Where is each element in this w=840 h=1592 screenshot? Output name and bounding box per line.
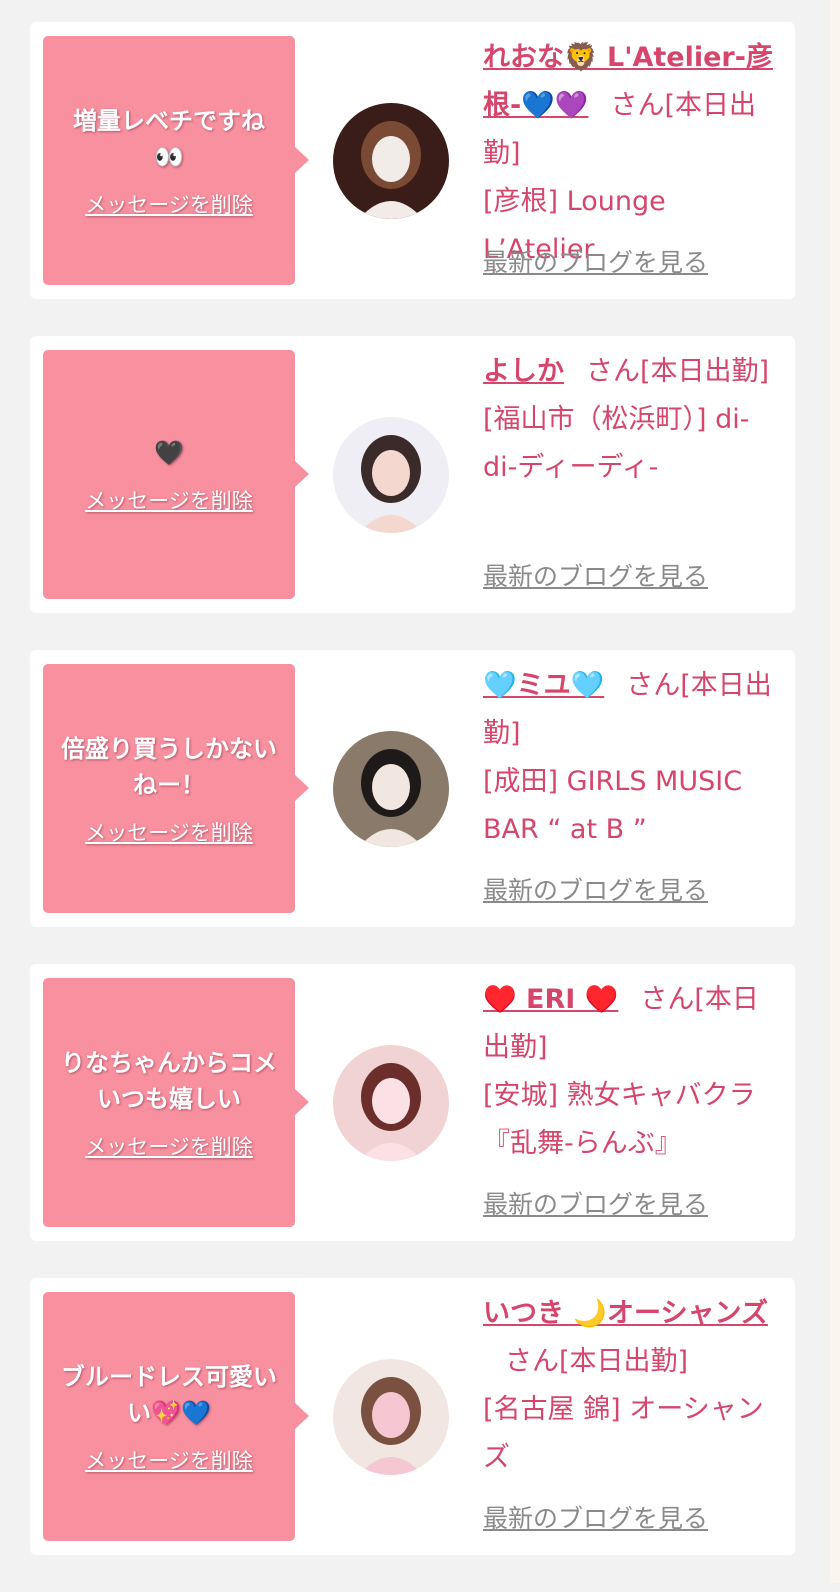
message-bubble: ブルードレス可愛いい💖💙 メッセージを削除 bbox=[43, 1292, 309, 1541]
message-list: 増量レベチですね👀 メッセージを削除 れおな🦁 L'Atelier-彦根-💙💜 さ… bbox=[30, 22, 795, 1592]
message-text: ブルードレス可愛いい💖💙 bbox=[61, 1362, 277, 1427]
cast-info: いつき 🌙オーシャンズさん[本日出勤] [名古屋 錦] オーシャンズ bbox=[483, 1290, 783, 1482]
shop-name: [福山市（松浜町）] di-di-ディーディ- bbox=[483, 404, 750, 483]
latest-blog-link[interactable]: 最新のブログを見る bbox=[483, 243, 708, 279]
latest-blog-link[interactable]: 最新のブログを見る bbox=[483, 557, 708, 593]
message-text: 倍盛り買うしかないねー！ bbox=[61, 734, 277, 799]
delete-message-link[interactable]: メッセージを削除 bbox=[85, 1445, 253, 1475]
message-bubble: 倍盛り買うしかないねー！ メッセージを削除 bbox=[43, 664, 309, 913]
cast-name-link[interactable]: ♥️ ERI ♥️ bbox=[483, 984, 618, 1015]
cast-info: ♥️ ERI ♥️ さん[本日出勤] [安城] 熟女キャバクラ『乱舞-らんぶ』 bbox=[483, 976, 783, 1168]
message-text: 増量レベチですね👀 bbox=[73, 106, 265, 171]
cast-name-link[interactable]: よしか bbox=[483, 356, 564, 387]
attendance-status: さん[本日出勤] bbox=[505, 1346, 689, 1377]
cast-info: れおな🦁 L'Atelier-彦根-💙💜 さん[本日出勤] [彦根] Lounge… bbox=[483, 34, 783, 274]
delete-message-link[interactable]: メッセージを削除 bbox=[85, 817, 253, 847]
shop-name: [成田] GIRLS MUSIC BAR “ at B ” bbox=[483, 766, 743, 845]
cast-name-link[interactable]: 🩵ミユ🩵 bbox=[483, 670, 604, 701]
message-card: 倍盛り買うしかないねー！ メッセージを削除 🩵ミユ🩵 さん[本日出勤] [成田] … bbox=[30, 650, 795, 927]
cast-info: 🩵ミユ🩵 さん[本日出勤] [成田] GIRLS MUSIC BAR “ at B… bbox=[483, 662, 783, 854]
message-card: ブルードレス可愛いい💖💙 メッセージを削除 いつき 🌙オーシャンズさん[本日出勤… bbox=[30, 1278, 795, 1555]
cast-name-link[interactable]: いつき 🌙オーシャンズ bbox=[483, 1298, 768, 1329]
delete-message-link[interactable]: メッセージを削除 bbox=[85, 485, 253, 515]
avatar[interactable] bbox=[333, 731, 449, 847]
attendance-status: さん[本日出勤] bbox=[586, 356, 770, 387]
shop-name: [安城] 熟女キャバクラ『乱舞-らんぶ』 bbox=[483, 1080, 756, 1159]
latest-blog-link[interactable]: 最新のブログを見る bbox=[483, 871, 708, 907]
page-edge bbox=[830, 0, 840, 1583]
avatar[interactable] bbox=[333, 103, 449, 219]
latest-blog-link[interactable]: 最新のブログを見る bbox=[483, 1185, 708, 1221]
delete-message-link[interactable]: メッセージを削除 bbox=[85, 1131, 253, 1161]
message-text: りなちゃんからコメいつも嬉しい bbox=[61, 1048, 277, 1113]
message-bubble: 🖤 メッセージを削除 bbox=[43, 350, 309, 599]
delete-message-link[interactable]: メッセージを削除 bbox=[85, 189, 253, 219]
avatar[interactable] bbox=[333, 417, 449, 533]
cast-info: よしか さん[本日出勤] [福山市（松浜町）] di-di-ディーディ- bbox=[483, 348, 783, 492]
message-bubble: 増量レベチですね👀 メッセージを削除 bbox=[43, 36, 309, 285]
avatar[interactable] bbox=[333, 1359, 449, 1475]
message-card: 増量レベチですね👀 メッセージを削除 れおな🦁 L'Atelier-彦根-💙💜 さ… bbox=[30, 22, 795, 299]
avatar[interactable] bbox=[333, 1045, 449, 1161]
message-bubble: りなちゃんからコメいつも嬉しい メッセージを削除 bbox=[43, 978, 309, 1227]
message-text: 🖤 bbox=[154, 438, 184, 467]
latest-blog-link[interactable]: 最新のブログを見る bbox=[483, 1499, 708, 1535]
shop-name: [名古屋 錦] オーシャンズ bbox=[483, 1394, 764, 1473]
message-card: 🖤 メッセージを削除 よしか さん[本日出勤] [福山市（松浜町）] di-di-… bbox=[30, 336, 795, 613]
message-card: りなちゃんからコメいつも嬉しい メッセージを削除 ♥️ ERI ♥️ さん[本日出… bbox=[30, 964, 795, 1241]
